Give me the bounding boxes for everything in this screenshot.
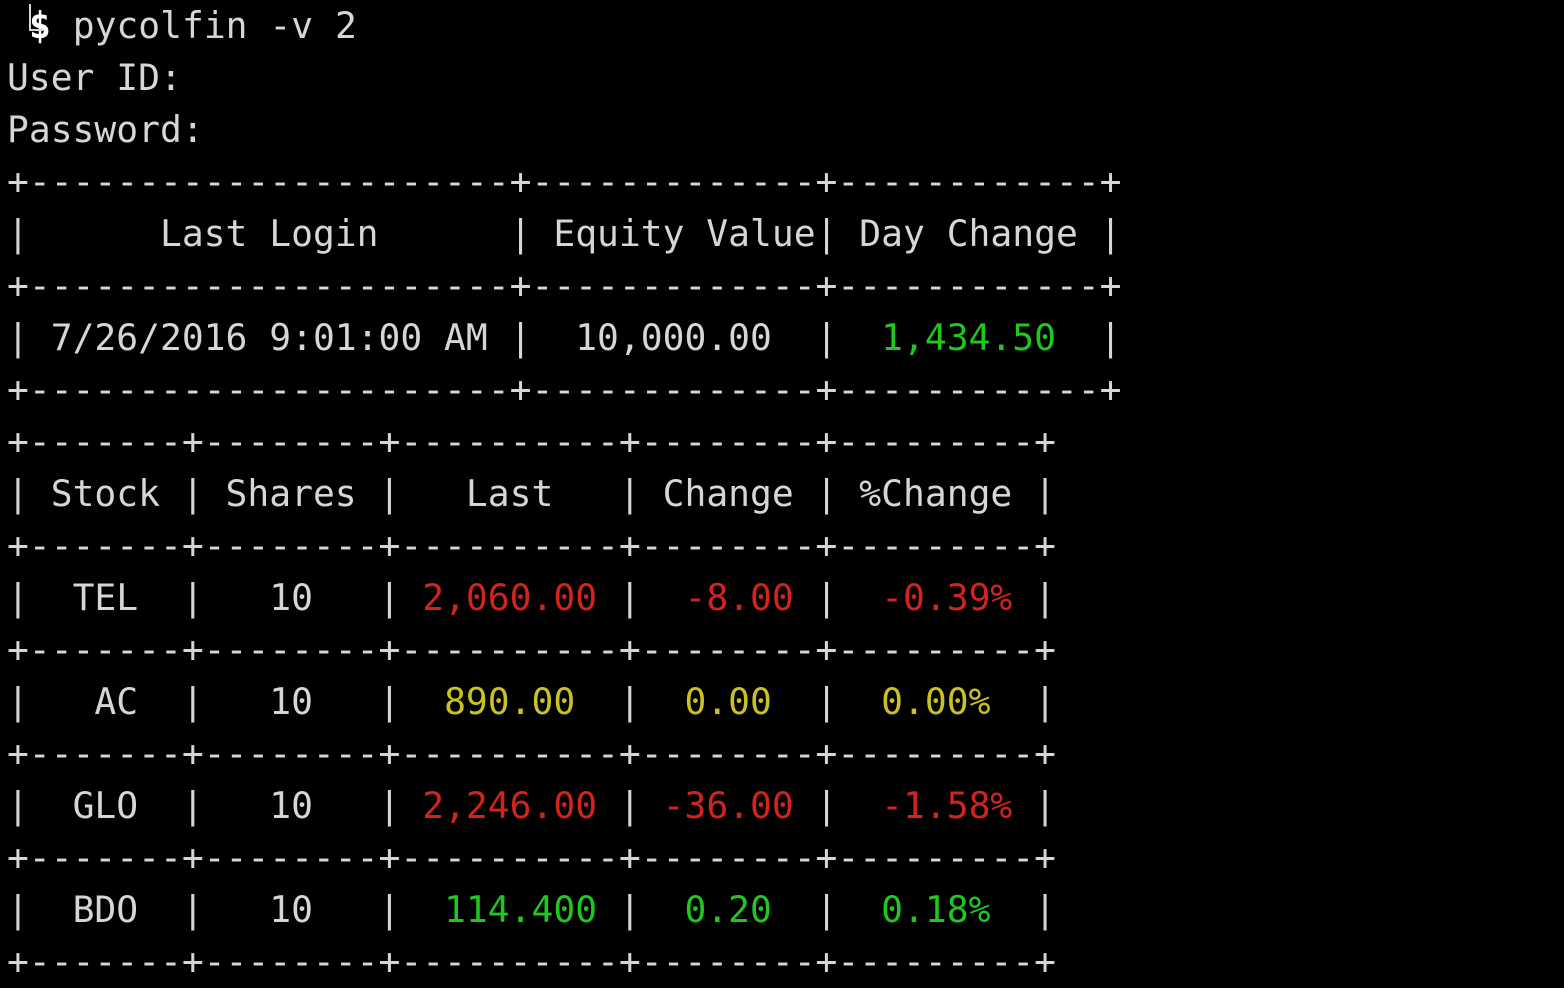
stock-change: 0.20 [640,888,816,931]
table-row: | TEL | 10 | 2,060.00 | -8.00 | -0.39% | [7,576,1056,619]
stock-pct-change: 0.18% [837,888,1035,931]
header-stock: Stock [28,472,182,515]
stock-shares: 10 [203,888,379,931]
stock-shares: 10 [203,576,379,619]
command-line: $ pycolfin -v 2 [7,0,1557,52]
day-change-value: 1,434.50 [837,316,1100,359]
table-border: +----------------------+-------------+--… [7,368,1122,411]
stock-pct-change: -0.39% [837,576,1035,619]
header-pct-change: %Change [837,472,1035,515]
stock-last: 114.400 [400,888,619,931]
table-border: +-------+--------+----------+--------+--… [7,940,1056,983]
stock-rows: | TEL | 10 | 2,060.00 | -8.00 | -0.39% |… [7,572,1557,988]
header-equity-value: Equity Value [531,212,816,255]
table-border: +-------+--------+----------+--------+--… [7,836,1056,879]
table-border: +-------+--------+----------+--------+--… [7,732,1056,775]
header-shares: Shares [203,472,379,515]
summary-table: +----------------------+-------------+--… [7,156,1557,416]
terminal-window: $ pycolfin -v 2 User ID: Password: +----… [7,0,1557,984]
stocks-table: +-------+--------+----------+--------+--… [7,416,1557,988]
header-day-change: Day Change [837,212,1100,255]
prompt-sigil: $ [29,4,51,47]
stock-pct-change: -1.58% [837,784,1035,827]
stock-last: 2,246.00 [400,784,619,827]
header-last-login: Last Login [28,212,510,255]
table-row: | GLO | 10 | 2,246.00 | -36.00 | -1.58% … [7,784,1056,827]
table-border: +-------+--------+----------+--------+--… [7,628,1056,671]
table-row: | BDO | 10 | 114.400 | 0.20 | 0.18% | [7,888,1056,931]
stock-symbol: GLO [28,784,182,827]
stock-change: 0.00 [640,680,816,723]
header-last: Last [400,472,619,515]
stocks-header-row: | Stock | Shares | Last | Change | %Chan… [7,472,1056,515]
table-border: +----------------------+-------------+--… [7,160,1122,203]
stock-shares: 10 [203,784,379,827]
stock-change: -8.00 [640,576,816,619]
summary-data-row: | 7/26/2016 9:01:00 AM | 10,000.00 | 1,4… [7,316,1122,359]
table-border: +-------+--------+----------+--------+--… [7,420,1056,463]
table-border: +----------------------+-------------+--… [7,264,1122,307]
header-change: Change [640,472,816,515]
stock-pct-change: 0.00% [837,680,1035,723]
command-text: pycolfin -v 2 [72,4,357,47]
summary-header-row: | Last Login | Equity Value| Day Change … [7,212,1122,255]
table-row: | AC | 10 | 890.00 | 0.00 | 0.00% | [7,680,1056,723]
stock-symbol: BDO [28,888,182,931]
stock-shares: 10 [203,680,379,723]
equity-value: 10,000.00 [531,316,816,359]
password-prompt: Password: [7,108,204,151]
prompt-corner-icon [7,0,43,52]
stock-last: 2,060.00 [400,576,619,619]
stock-symbol: AC [28,680,182,723]
table-border: +-------+--------+----------+--------+--… [7,524,1056,567]
stock-symbol: TEL [28,576,182,619]
stock-last: 890.00 [400,680,619,723]
last-login-value: 7/26/2016 9:01:00 AM [28,316,510,359]
user-id-prompt: User ID: [7,56,182,99]
stock-change: -36.00 [640,784,816,827]
